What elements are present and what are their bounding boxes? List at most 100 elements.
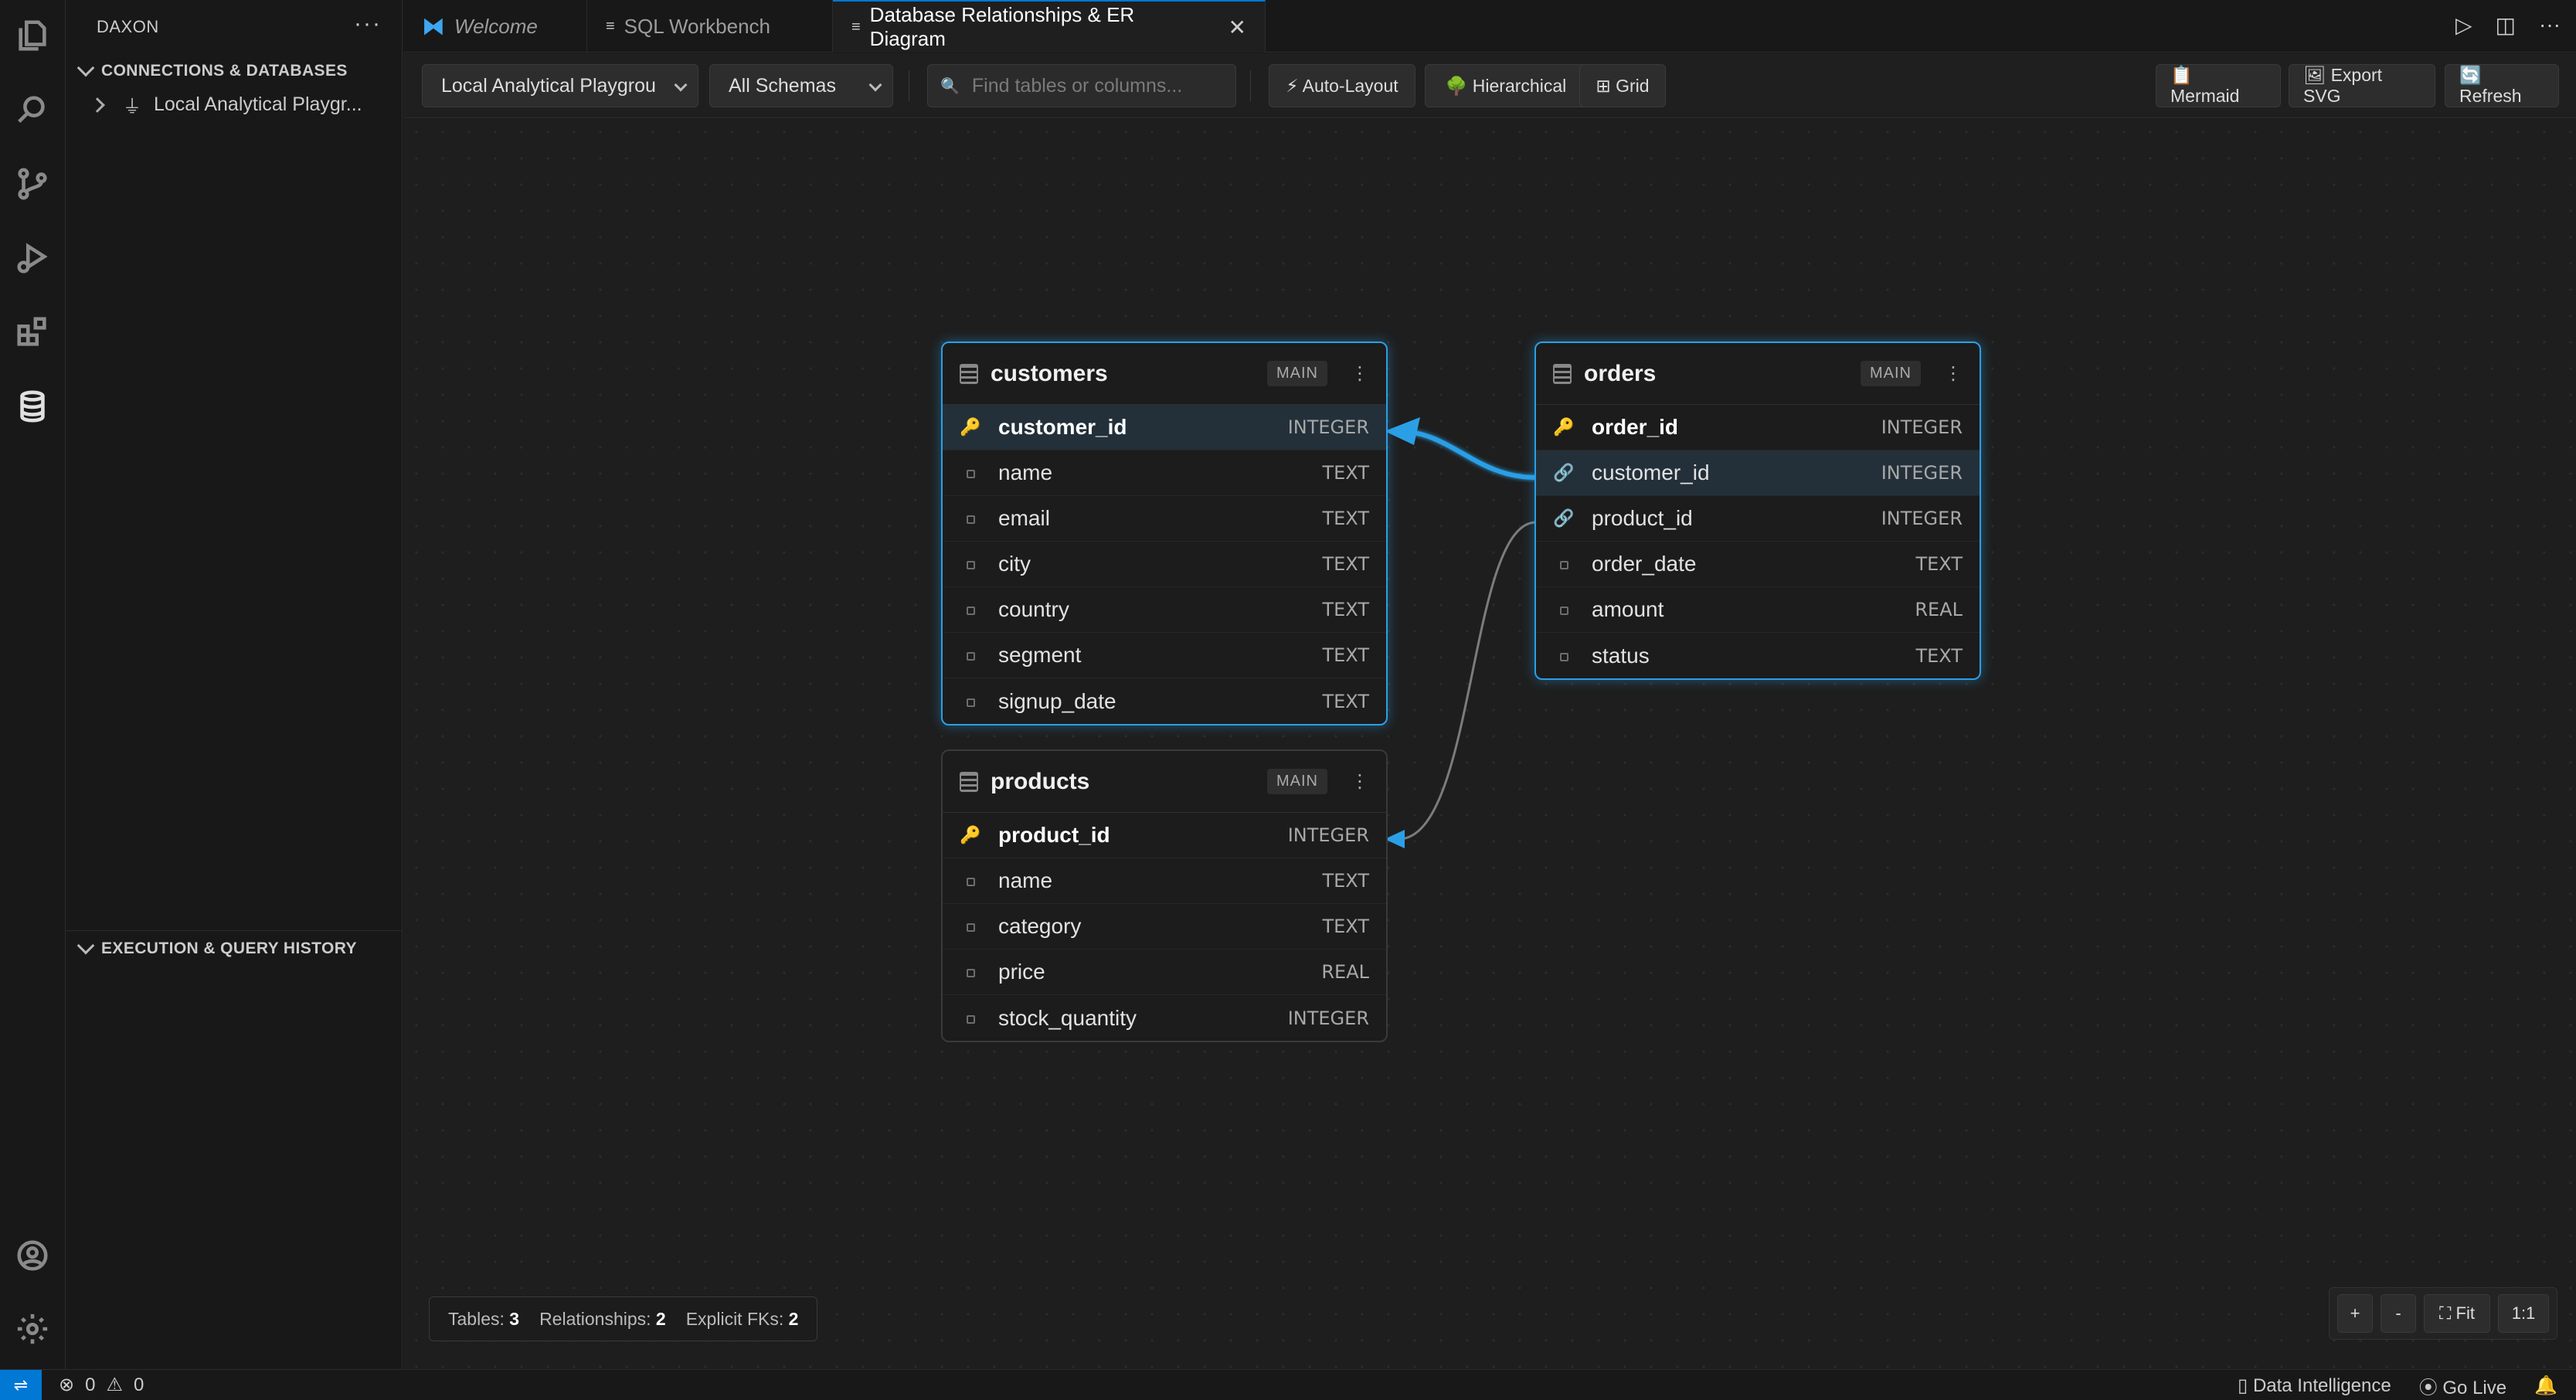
go-live-item[interactable]: ⦿ Go Live xyxy=(2419,1372,2506,1399)
editor-actions: ▷ ◫ ··· xyxy=(2455,12,2561,38)
column-name: status xyxy=(1592,643,1650,668)
table-icon xyxy=(960,771,978,792)
stat-value: 3 xyxy=(509,1308,520,1329)
column-row[interactable]: 🔑 product_id INTEGER xyxy=(943,813,1386,858)
connection-tree-item[interactable]: ⏚ Local Analytical Playgr... xyxy=(90,91,362,118)
column-row[interactable]: 🔑 customer_id INTEGER xyxy=(943,405,1386,450)
column-row[interactable]: stock_quantity INTEGER xyxy=(943,995,1386,1041)
extensions-icon[interactable] xyxy=(11,311,54,354)
table-search-input[interactable] xyxy=(971,74,1223,97)
run-debug-icon[interactable] xyxy=(11,236,54,280)
chevron-down-icon xyxy=(76,59,95,77)
split-editor-icon[interactable]: ◫ xyxy=(2496,12,2516,38)
column-row[interactable]: city TEXT xyxy=(943,542,1386,587)
column-type: TEXT xyxy=(1322,553,1369,575)
fit-button[interactable]: ⛶ Fit xyxy=(2424,1294,2490,1333)
column-row[interactable]: country TEXT xyxy=(943,587,1386,633)
run-icon[interactable]: ▷ xyxy=(2455,12,2472,38)
kebab-menu-icon[interactable]: ⋮ xyxy=(1351,362,1369,385)
kebab-menu-icon[interactable]: ⋮ xyxy=(1944,362,1963,385)
schema-badge: MAIN xyxy=(1267,361,1327,386)
tab-label: Welcome xyxy=(454,14,538,38)
column-row[interactable]: segment TEXT xyxy=(943,633,1386,678)
column-row[interactable]: name TEXT xyxy=(943,858,1386,904)
table-header[interactable]: orders MAIN ⋮ xyxy=(1536,343,1980,405)
error-count: 0 xyxy=(85,1374,96,1395)
tab-welcome[interactable]: ⧓ Welcome xyxy=(403,0,587,53)
er-table-customers[interactable]: customers MAIN ⋮ 🔑 customer_id INTEGER nam… xyxy=(941,342,1388,725)
column-row[interactable]: 🔗 product_id INTEGER xyxy=(1536,496,1980,542)
auto-layout-button[interactable]: ⚡ Auto-Layout xyxy=(1269,64,1415,107)
kebab-menu-icon[interactable]: ⋮ xyxy=(1351,770,1369,793)
stat-fks: Explicit FKs: 2 xyxy=(686,1309,799,1330)
table-header[interactable]: customers MAIN ⋮ xyxy=(943,343,1386,405)
column-type: REAL xyxy=(1915,599,1963,620)
document-icon: ≡ xyxy=(606,17,615,35)
more-actions-icon[interactable]: ··· xyxy=(2539,12,2561,38)
data-intelligence-item[interactable]: ▯ Data Intelligence xyxy=(2238,1375,2391,1397)
column-name: price xyxy=(998,960,1045,984)
remote-indicator-icon[interactable]: ⇌ xyxy=(0,1369,42,1400)
column-dot-icon xyxy=(960,645,981,665)
column-row[interactable]: 🔗 customer_id INTEGER xyxy=(1536,450,1980,496)
column-name: product_id xyxy=(998,823,1110,847)
chevron-down-icon xyxy=(76,936,95,955)
warning-count: 0 xyxy=(133,1374,144,1395)
column-row[interactable]: order_date TEXT xyxy=(1536,542,1980,587)
zoom-out-button[interactable]: - xyxy=(2381,1294,2416,1333)
tab-er-diagram[interactable]: ≡ Database Relationships & ER Diagram ✕ xyxy=(833,0,1266,53)
database-icon[interactable] xyxy=(11,385,54,428)
column-name: email xyxy=(998,506,1050,530)
schema-select[interactable]: All Schemas xyxy=(709,64,893,107)
connections-section-header[interactable]: CONNECTIONS & DATABASES xyxy=(75,59,348,80)
search-icon[interactable] xyxy=(11,88,54,131)
source-control-icon[interactable] xyxy=(11,162,54,206)
tab-label: SQL Workbench xyxy=(624,14,770,38)
column-type: TEXT xyxy=(1322,870,1369,892)
schema-badge: MAIN xyxy=(1267,769,1327,794)
explorer-icon[interactable] xyxy=(11,14,54,57)
tab-sql-workbench[interactable]: ≡ SQL Workbench xyxy=(587,0,833,53)
reset-zoom-button[interactable]: 1:1 xyxy=(2498,1294,2549,1333)
document-icon: ≡ xyxy=(851,18,861,36)
column-row[interactable]: name TEXT xyxy=(943,450,1386,496)
er-table-products[interactable]: products MAIN ⋮ 🔑 product_id INTEGER name T… xyxy=(941,749,1388,1042)
tab-label: Database Relationships & ER Diagram xyxy=(869,3,1135,50)
stat-label: Relationships: xyxy=(539,1308,651,1329)
zoom-in-button[interactable]: + xyxy=(2337,1294,2373,1333)
link-icon: 🔗 xyxy=(1553,508,1575,528)
settings-gear-icon[interactable] xyxy=(11,1307,54,1351)
column-row[interactable]: category TEXT xyxy=(943,904,1386,950)
column-row[interactable]: email TEXT xyxy=(943,496,1386,542)
database-icon: ▯ xyxy=(2238,1375,2248,1396)
chevron-right-icon xyxy=(90,97,105,113)
table-header[interactable]: products MAIN ⋮ xyxy=(943,751,1386,813)
column-row[interactable]: signup_date TEXT xyxy=(943,678,1386,724)
mermaid-button[interactable]: 📋 Mermaid xyxy=(2156,64,2281,107)
column-type: TEXT xyxy=(1322,599,1369,620)
export-svg-button[interactable]: 🖼 Export SVG xyxy=(2289,64,2435,107)
status-bar-right: ▯ Data Intelligence ⦿ Go Live 🔔 xyxy=(2238,1370,2557,1400)
connection-select[interactable]: Local Analytical Playgrou xyxy=(422,64,698,107)
problems-indicator[interactable]: ⊗ 0 ⚠ 0 xyxy=(59,1374,144,1396)
column-dot-icon xyxy=(1553,646,1575,666)
column-type: TEXT xyxy=(1915,644,1963,667)
account-icon[interactable] xyxy=(11,1234,54,1277)
refresh-button[interactable]: 🔄 Refresh xyxy=(2445,64,2559,107)
column-row[interactable]: price REAL xyxy=(943,950,1386,995)
stat-value: 2 xyxy=(655,1308,666,1329)
grid-button[interactable]: ⊞ Grid xyxy=(1579,64,1666,107)
hierarchical-button[interactable]: 🌳 Hierarchical xyxy=(1425,64,1587,107)
close-icon[interactable]: ✕ xyxy=(1229,15,1246,40)
column-row[interactable]: amount REAL xyxy=(1536,587,1980,633)
er-table-orders[interactable]: orders MAIN ⋮ 🔑 order_id INTEGER 🔗 customer… xyxy=(1534,342,1981,680)
plug-icon: ⏚ xyxy=(123,97,141,117)
column-name: order_date xyxy=(1592,552,1697,576)
column-type: TEXT xyxy=(1322,462,1369,484)
column-row[interactable]: 🔑 order_id INTEGER xyxy=(1536,405,1980,450)
history-section-header[interactable]: EXECUTION & QUERY HISTORY xyxy=(75,936,357,958)
er-diagram-canvas[interactable] xyxy=(403,119,2576,1369)
column-row[interactable]: status TEXT xyxy=(1536,633,1980,678)
more-actions-icon[interactable]: ··· xyxy=(354,11,382,37)
bell-icon[interactable]: 🔔 xyxy=(2534,1375,2557,1397)
